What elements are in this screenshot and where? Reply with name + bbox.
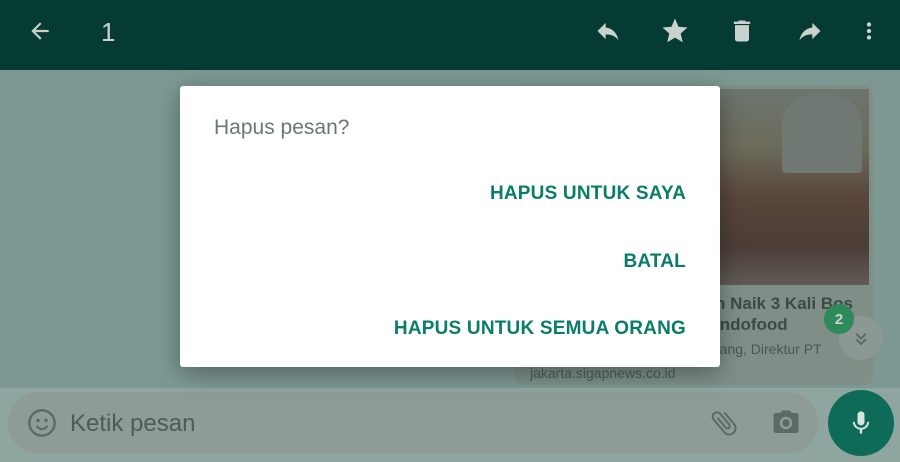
camera-icon[interactable] bbox=[770, 408, 802, 443]
selected-count: 1 bbox=[101, 17, 116, 47]
forward-icon[interactable] bbox=[792, 0, 828, 62]
dialog-title: Hapus pesan? bbox=[214, 116, 350, 139]
delete-message-dialog: Hapus pesan? HAPUS UNTUK SAYA BATAL HAPU… bbox=[180, 86, 720, 367]
message-composer bbox=[8, 392, 818, 454]
link-preview-description: rang, Direktur PT bbox=[715, 341, 822, 357]
back-arrow-icon[interactable] bbox=[22, 0, 58, 62]
voice-record-button[interactable] bbox=[828, 390, 894, 456]
selection-action-bar: 1 bbox=[0, 0, 900, 70]
microphone-icon bbox=[852, 411, 870, 434]
star-icon[interactable] bbox=[656, 0, 694, 62]
delete-for-everyone-button[interactable]: HAPUS UNTUK SEMUA ORANG bbox=[394, 318, 686, 340]
link-preview-url[interactable]: jakarta.sigapnews.co.id bbox=[530, 365, 676, 381]
message-input[interactable] bbox=[68, 406, 692, 442]
more-vert-icon[interactable] bbox=[856, 0, 882, 62]
delete-icon[interactable] bbox=[724, 0, 760, 62]
unread-badge: 2 bbox=[824, 304, 854, 334]
preview-person-photo bbox=[782, 95, 862, 173]
delete-for-me-button[interactable]: HAPUS UNTUK SAYA bbox=[490, 183, 686, 205]
double-chevron-down-icon bbox=[855, 333, 867, 346]
attach-icon[interactable] bbox=[708, 407, 740, 444]
emoji-icon[interactable] bbox=[26, 407, 58, 444]
cancel-button[interactable]: BATAL bbox=[623, 251, 686, 273]
reply-icon[interactable] bbox=[590, 0, 626, 62]
